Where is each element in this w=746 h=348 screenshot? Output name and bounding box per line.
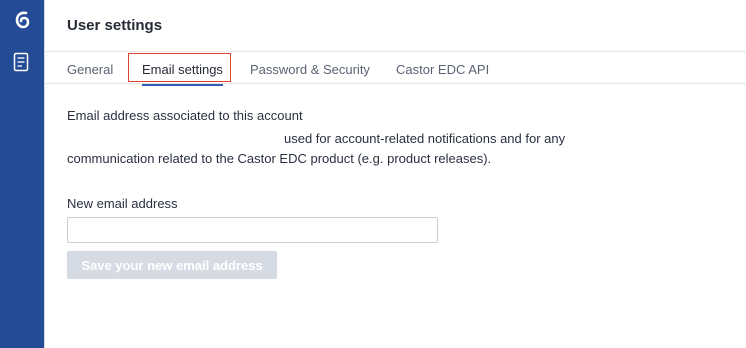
- save-email-button[interactable]: Save your new email address: [67, 251, 277, 279]
- settings-tabs: General Email settings Password & Securi…: [45, 52, 746, 86]
- tab-password-security[interactable]: Password & Security: [250, 62, 370, 77]
- castor-logo-icon[interactable]: [11, 9, 33, 31]
- page-header: User settings: [45, 0, 746, 52]
- new-email-input[interactable]: [67, 217, 438, 243]
- tab-castor-edc-api[interactable]: Castor EDC API: [396, 62, 489, 77]
- document-icon[interactable]: [13, 52, 29, 72]
- page-title: User settings: [67, 17, 163, 34]
- nav-rail: [0, 0, 44, 348]
- tab-email-settings[interactable]: Email settings: [142, 62, 223, 86]
- section-label: Email address associated to this account: [67, 108, 303, 123]
- tab-general[interactable]: General: [67, 62, 113, 77]
- description-line-2: communication related to the Castor EDC …: [67, 151, 492, 166]
- description-line-1: used for account-related notifications a…: [284, 131, 566, 146]
- new-email-label: New email address: [67, 196, 178, 211]
